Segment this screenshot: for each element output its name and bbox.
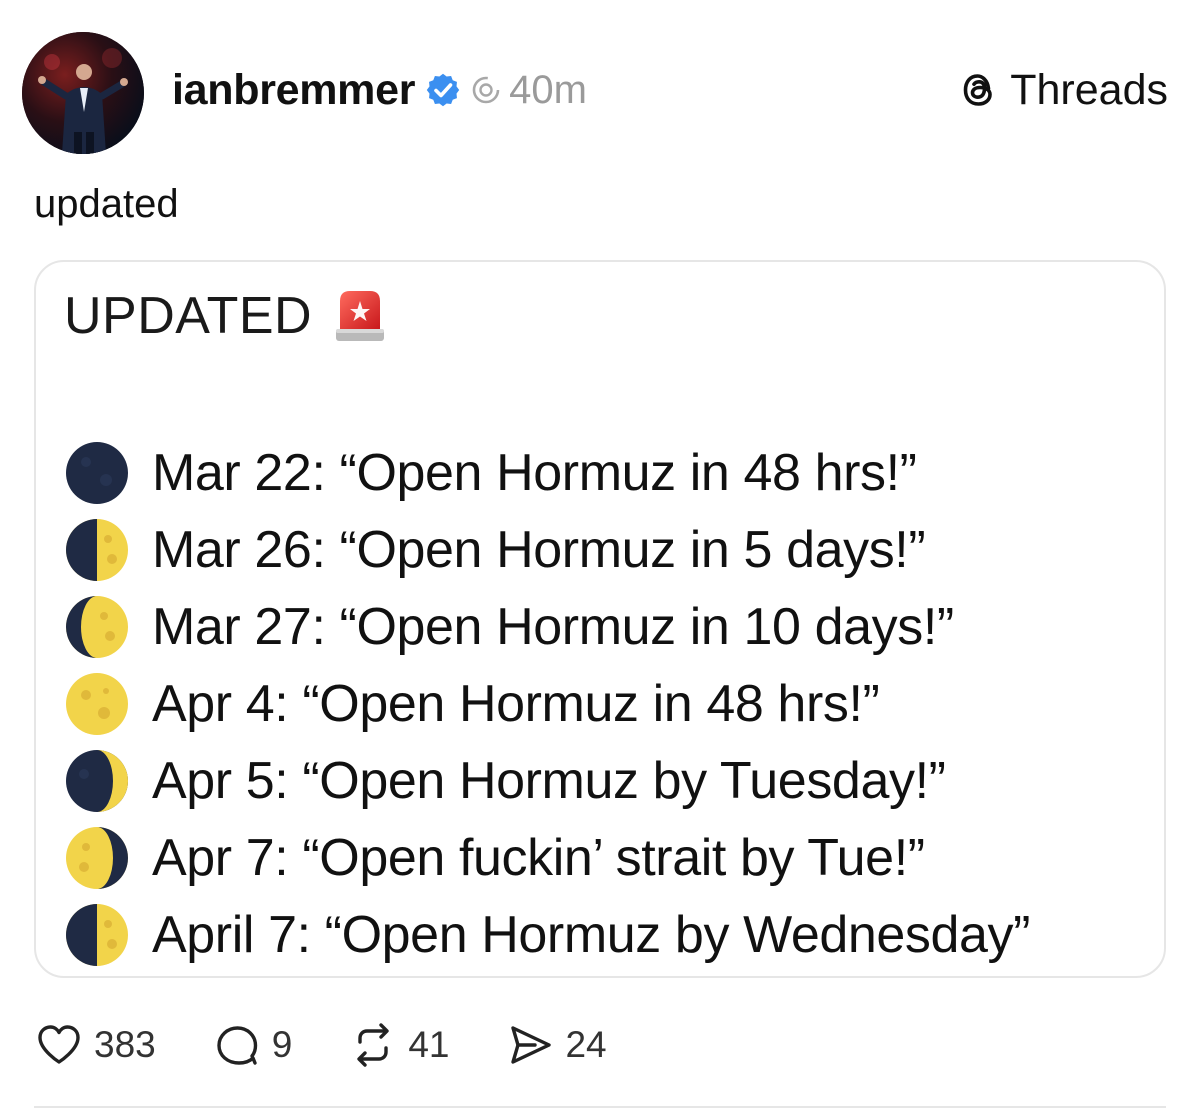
share-button[interactable]: 24	[505, 1020, 607, 1070]
first-quarter-moon-icon	[66, 518, 128, 581]
threads-logo-icon	[963, 74, 993, 106]
post-image-card[interactable]: UPDATED Mar 22: “Open Hormuz in 48 hrs!”	[34, 260, 1166, 978]
heart-icon	[38, 1025, 80, 1064]
list-item: Mar 26: “Open Hormuz in 5 days!”	[64, 511, 1030, 588]
siren-icon	[336, 291, 385, 341]
timeline-text: Apr 4: “Open Hormuz in 48 hrs!”	[152, 674, 880, 733]
comment-icon	[217, 1026, 257, 1065]
threads-brand[interactable]: Threads	[958, 64, 1168, 116]
timestamp: 40m	[509, 67, 587, 112]
first-quarter-moon-icon	[66, 903, 128, 966]
like-count: 383	[94, 1024, 156, 1065]
card-title: UPDATED	[64, 287, 313, 345]
list-item: Apr 7: “Open fuckin’ strait by Tue!”	[64, 819, 1030, 896]
activity-ring-icon	[472, 76, 500, 104]
timeline-text: Mar 26: “Open Hormuz in 5 days!”	[152, 520, 926, 579]
list-item: Apr 5: “Open Hormuz by Tuesday!”	[64, 742, 1030, 819]
repost-icon	[357, 1023, 390, 1067]
new-moon-icon	[66, 441, 128, 504]
reply-count: 9	[271, 1024, 293, 1065]
waxing-gibbous-moon-icon	[66, 595, 128, 658]
like-button[interactable]: 383	[34, 1020, 156, 1070]
share-count: 24	[565, 1024, 607, 1065]
username[interactable]: ianbremmer	[172, 66, 415, 115]
verified-badge-icon	[426, 73, 460, 107]
full-moon-icon	[66, 672, 128, 735]
reply-button[interactable]: 9	[212, 1020, 293, 1070]
timeline-text: Apr 5: “Open Hormuz by Tuesday!”	[152, 751, 946, 810]
waning-gibbous-moon-icon	[66, 826, 128, 889]
list-item: Apr 4: “Open Hormuz in 48 hrs!”	[64, 665, 1030, 742]
timeline-list: Mar 22: “Open Hormuz in 48 hrs!” Mar 26:…	[64, 434, 1030, 973]
timeline-text: Mar 22: “Open Hormuz in 48 hrs!”	[152, 443, 917, 502]
post-header: ianbremmer 40m	[172, 62, 587, 118]
repost-count: 41	[408, 1024, 450, 1065]
timeline-text: Mar 27: “Open Hormuz in 10 days!”	[152, 597, 954, 656]
list-item: April 7: “Open Hormuz by Wednesday”	[64, 896, 1030, 973]
card-title-row: UPDATED	[64, 286, 386, 346]
avatar[interactable]	[22, 32, 144, 154]
repost-button[interactable]: 41	[348, 1020, 449, 1070]
list-item: Mar 22: “Open Hormuz in 48 hrs!”	[64, 434, 1030, 511]
timeline-text: Apr 7: “Open fuckin’ strait by Tue!”	[152, 828, 925, 887]
post-actions: 383 9 41 24	[34, 1016, 663, 1074]
list-item: Mar 27: “Open Hormuz in 10 days!”	[64, 588, 1030, 665]
send-icon	[511, 1026, 552, 1064]
divider	[34, 1106, 1166, 1108]
timeline-text: April 7: “Open Hormuz by Wednesday”	[152, 905, 1031, 964]
post-text: updated	[34, 182, 179, 226]
threads-logo-text: Threads	[1010, 65, 1168, 114]
waxing-crescent-moon-icon	[66, 749, 128, 812]
